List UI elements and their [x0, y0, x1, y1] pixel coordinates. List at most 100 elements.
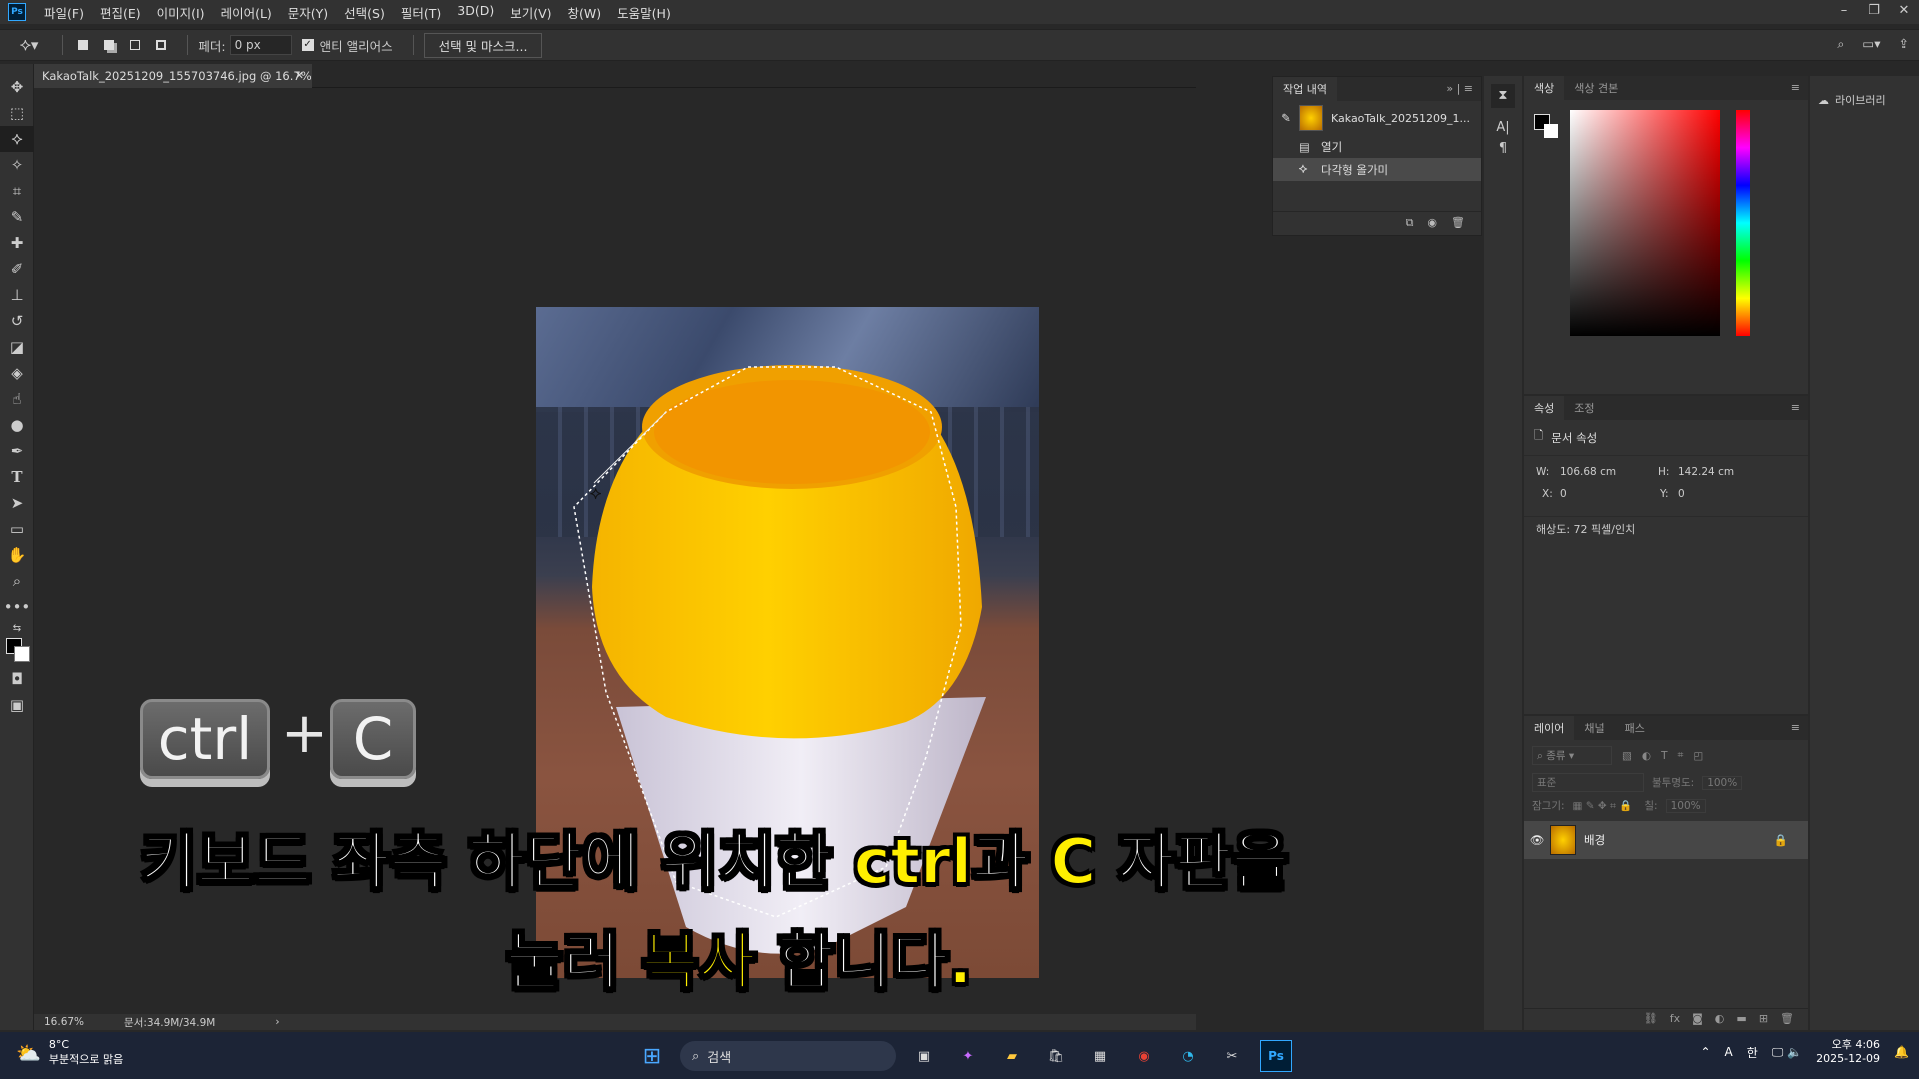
feather-input[interactable]	[229, 35, 292, 55]
tab-properties[interactable]: 속성	[1524, 396, 1565, 420]
w-value[interactable]: 106.68 cm	[1560, 466, 1616, 478]
workspace-icon[interactable]: ▭▾	[1862, 36, 1880, 52]
character-panel-icon[interactable]: A|	[1491, 120, 1515, 135]
polygonal-lasso-tool-preset-icon[interactable]: ⯎▾	[20, 36, 38, 54]
more-tools-icon[interactable]: •••	[0, 594, 34, 620]
antialias-checkbox[interactable]: ✓	[301, 39, 314, 51]
menu-window[interactable]: 창(W)	[560, 3, 610, 22]
document-tab[interactable]: KakaoTalk_20251209_155703746.jpg @ 16.7%…	[34, 64, 312, 107]
weather-widget[interactable]: ⛅ 8°C 부분적으로 맑음	[16, 1038, 123, 1067]
path-selection-tool-icon[interactable]: ➤	[0, 490, 34, 516]
status-expand-icon[interactable]: ›	[275, 1016, 279, 1028]
photoshop-taskbar-icon[interactable]: Ps	[1260, 1040, 1292, 1072]
brush-tool-icon[interactable]: ✐	[0, 256, 34, 282]
search-icon[interactable]: ⌕	[1837, 36, 1844, 52]
ime-mode-a[interactable]: A	[1725, 1045, 1733, 1059]
ime-language[interactable]: 한	[1747, 1044, 1758, 1061]
screen-mode-icon[interactable]: ▣	[0, 692, 34, 718]
background-color-chip[interactable]	[1544, 124, 1558, 138]
filter-type-icon[interactable]: T	[1661, 750, 1667, 762]
clone-stamp-tool-icon[interactable]: ⊥	[0, 282, 34, 308]
fill-value[interactable]: 100%	[1665, 798, 1706, 813]
zoom-tool-icon[interactable]: ⌕	[0, 568, 34, 594]
x-value[interactable]: 0	[1560, 488, 1567, 500]
background-swatch[interactable]	[14, 646, 30, 662]
history-tab[interactable]: 작업 내역	[1273, 77, 1337, 101]
type-tool-icon[interactable]: T	[0, 464, 34, 490]
windows-start-icon[interactable]: ⊞	[636, 1040, 668, 1072]
marquee-tool-icon[interactable]: ⬚	[0, 100, 34, 126]
filter-pixel-icon[interactable]: ▧	[1622, 750, 1632, 762]
panel-collapse-icon[interactable]: » | ≡	[1446, 82, 1473, 95]
edge-icon[interactable]: ◔	[1172, 1040, 1204, 1072]
lock-icons[interactable]: ▦ ✎ ✥ ⌗ 🔒	[1573, 799, 1633, 813]
foreground-background-color[interactable]	[0, 636, 34, 666]
history-brush-source-icon[interactable]: ✎	[1273, 111, 1299, 125]
new-selection-icon[interactable]	[73, 35, 93, 55]
new-document-from-state-icon[interactable]: ⧉	[1406, 216, 1414, 231]
panel-menu-icon[interactable]: ≡	[1791, 721, 1800, 734]
filter-smart-object-icon[interactable]: ◰	[1693, 750, 1703, 762]
menu-3d[interactable]: 3D(D)	[449, 3, 502, 22]
calculator-icon[interactable]: ▦	[1084, 1040, 1116, 1072]
dodge-tool-icon[interactable]: ●	[0, 412, 34, 438]
opacity-value[interactable]: 100%	[1702, 775, 1743, 790]
menu-help[interactable]: 도움말(H)	[609, 3, 679, 22]
zoom-level[interactable]: 16.67%	[44, 1016, 84, 1028]
tab-adjustments[interactable]: 조정	[1564, 396, 1604, 420]
filter-shape-icon[interactable]: ⌗	[1678, 749, 1684, 762]
pen-tool-icon[interactable]: ✒	[0, 438, 34, 464]
new-group-icon[interactable]: ▬	[1736, 1012, 1746, 1027]
snipping-tool-icon[interactable]: ✂	[1216, 1040, 1248, 1072]
filter-adjustment-icon[interactable]: ◐	[1642, 750, 1651, 762]
menu-select[interactable]: 선택(S)	[336, 3, 393, 22]
move-tool-icon[interactable]: ✥	[0, 74, 34, 100]
intersect-selection-icon[interactable]	[151, 35, 171, 55]
close-tab-icon[interactable]: ✕	[295, 64, 304, 88]
doc-size[interactable]: 문서:34.9M/34.9M	[124, 1015, 215, 1030]
new-layer-icon[interactable]: ⊞	[1759, 1012, 1768, 1027]
history-item-open[interactable]: ▤ 열기	[1273, 135, 1481, 158]
canvas-area[interactable]: ⯎ ctrl + C 키보드 좌측 하단에 위치한 ctrl과 C 자판을 눌러…	[34, 89, 1290, 1014]
crop-tool-icon[interactable]: ⌗	[0, 178, 34, 204]
tray-overflow-icon[interactable]: ⌃	[1700, 1045, 1710, 1059]
polygonal-lasso-tool-icon[interactable]: ⯎	[0, 126, 34, 152]
y-value[interactable]: 0	[1678, 488, 1685, 500]
eyedropper-tool-icon[interactable]: ✎	[0, 204, 34, 230]
swap-colors-icon[interactable]: ⇆	[0, 620, 34, 636]
restore-icon[interactable]: ❐	[1859, 0, 1889, 24]
search-box[interactable]: ⌕ 검색	[680, 1041, 896, 1071]
color-field[interactable]	[1570, 110, 1720, 336]
copilot-icon[interactable]: ✦	[952, 1040, 984, 1072]
layer-row[interactable]: 👁 배경 🔒	[1524, 821, 1808, 859]
share-icon[interactable]: ⇪	[1899, 36, 1909, 52]
add-mask-icon[interactable]: ◙	[1692, 1012, 1703, 1027]
magic-wand-tool-icon[interactable]: ✧	[0, 152, 34, 178]
menu-layer[interactable]: 레이어(L)	[213, 3, 280, 22]
close-icon[interactable]: ✕	[1889, 0, 1919, 24]
select-and-mask-button[interactable]: 선택 및 마스크...	[423, 32, 543, 58]
quick-mask-icon[interactable]: ◘	[0, 666, 34, 692]
rectangle-tool-icon[interactable]: ▭	[0, 516, 34, 542]
layer-filter-select[interactable]: ⌕ 종류 ▾	[1532, 746, 1612, 765]
history-panel-icon[interactable]: ⧗	[1491, 84, 1515, 108]
notification-icon[interactable]: 🔔	[1894, 1045, 1909, 1059]
chrome-icon[interactable]: ◉	[1128, 1040, 1160, 1072]
smudge-tool-icon[interactable]: ☝	[0, 386, 34, 412]
hand-tool-icon[interactable]: ✋	[0, 542, 34, 568]
menu-file[interactable]: 파일(F)	[36, 3, 92, 22]
new-snapshot-icon[interactable]: ◉	[1427, 216, 1437, 231]
tab-color[interactable]: 색상	[1524, 76, 1565, 100]
history-item-polygonal-lasso[interactable]: ⯎ 다각형 올가미	[1273, 158, 1481, 181]
tab-paths[interactable]: 패스	[1615, 716, 1655, 740]
hue-slider[interactable]	[1736, 110, 1750, 336]
menu-filter[interactable]: 필터(T)	[393, 3, 449, 22]
minimize-icon[interactable]: –	[1829, 0, 1859, 24]
menu-image[interactable]: 이미지(I)	[149, 3, 213, 22]
blend-mode-select[interactable]: 표준	[1532, 773, 1644, 792]
paint-bucket-tool-icon[interactable]: ◈	[0, 360, 34, 386]
eye-icon[interactable]: 👁	[1524, 833, 1550, 847]
add-to-selection-icon[interactable]	[99, 35, 119, 55]
trash-icon[interactable]: 🗑	[1451, 216, 1465, 231]
store-icon[interactable]: 🛍	[1040, 1040, 1072, 1072]
